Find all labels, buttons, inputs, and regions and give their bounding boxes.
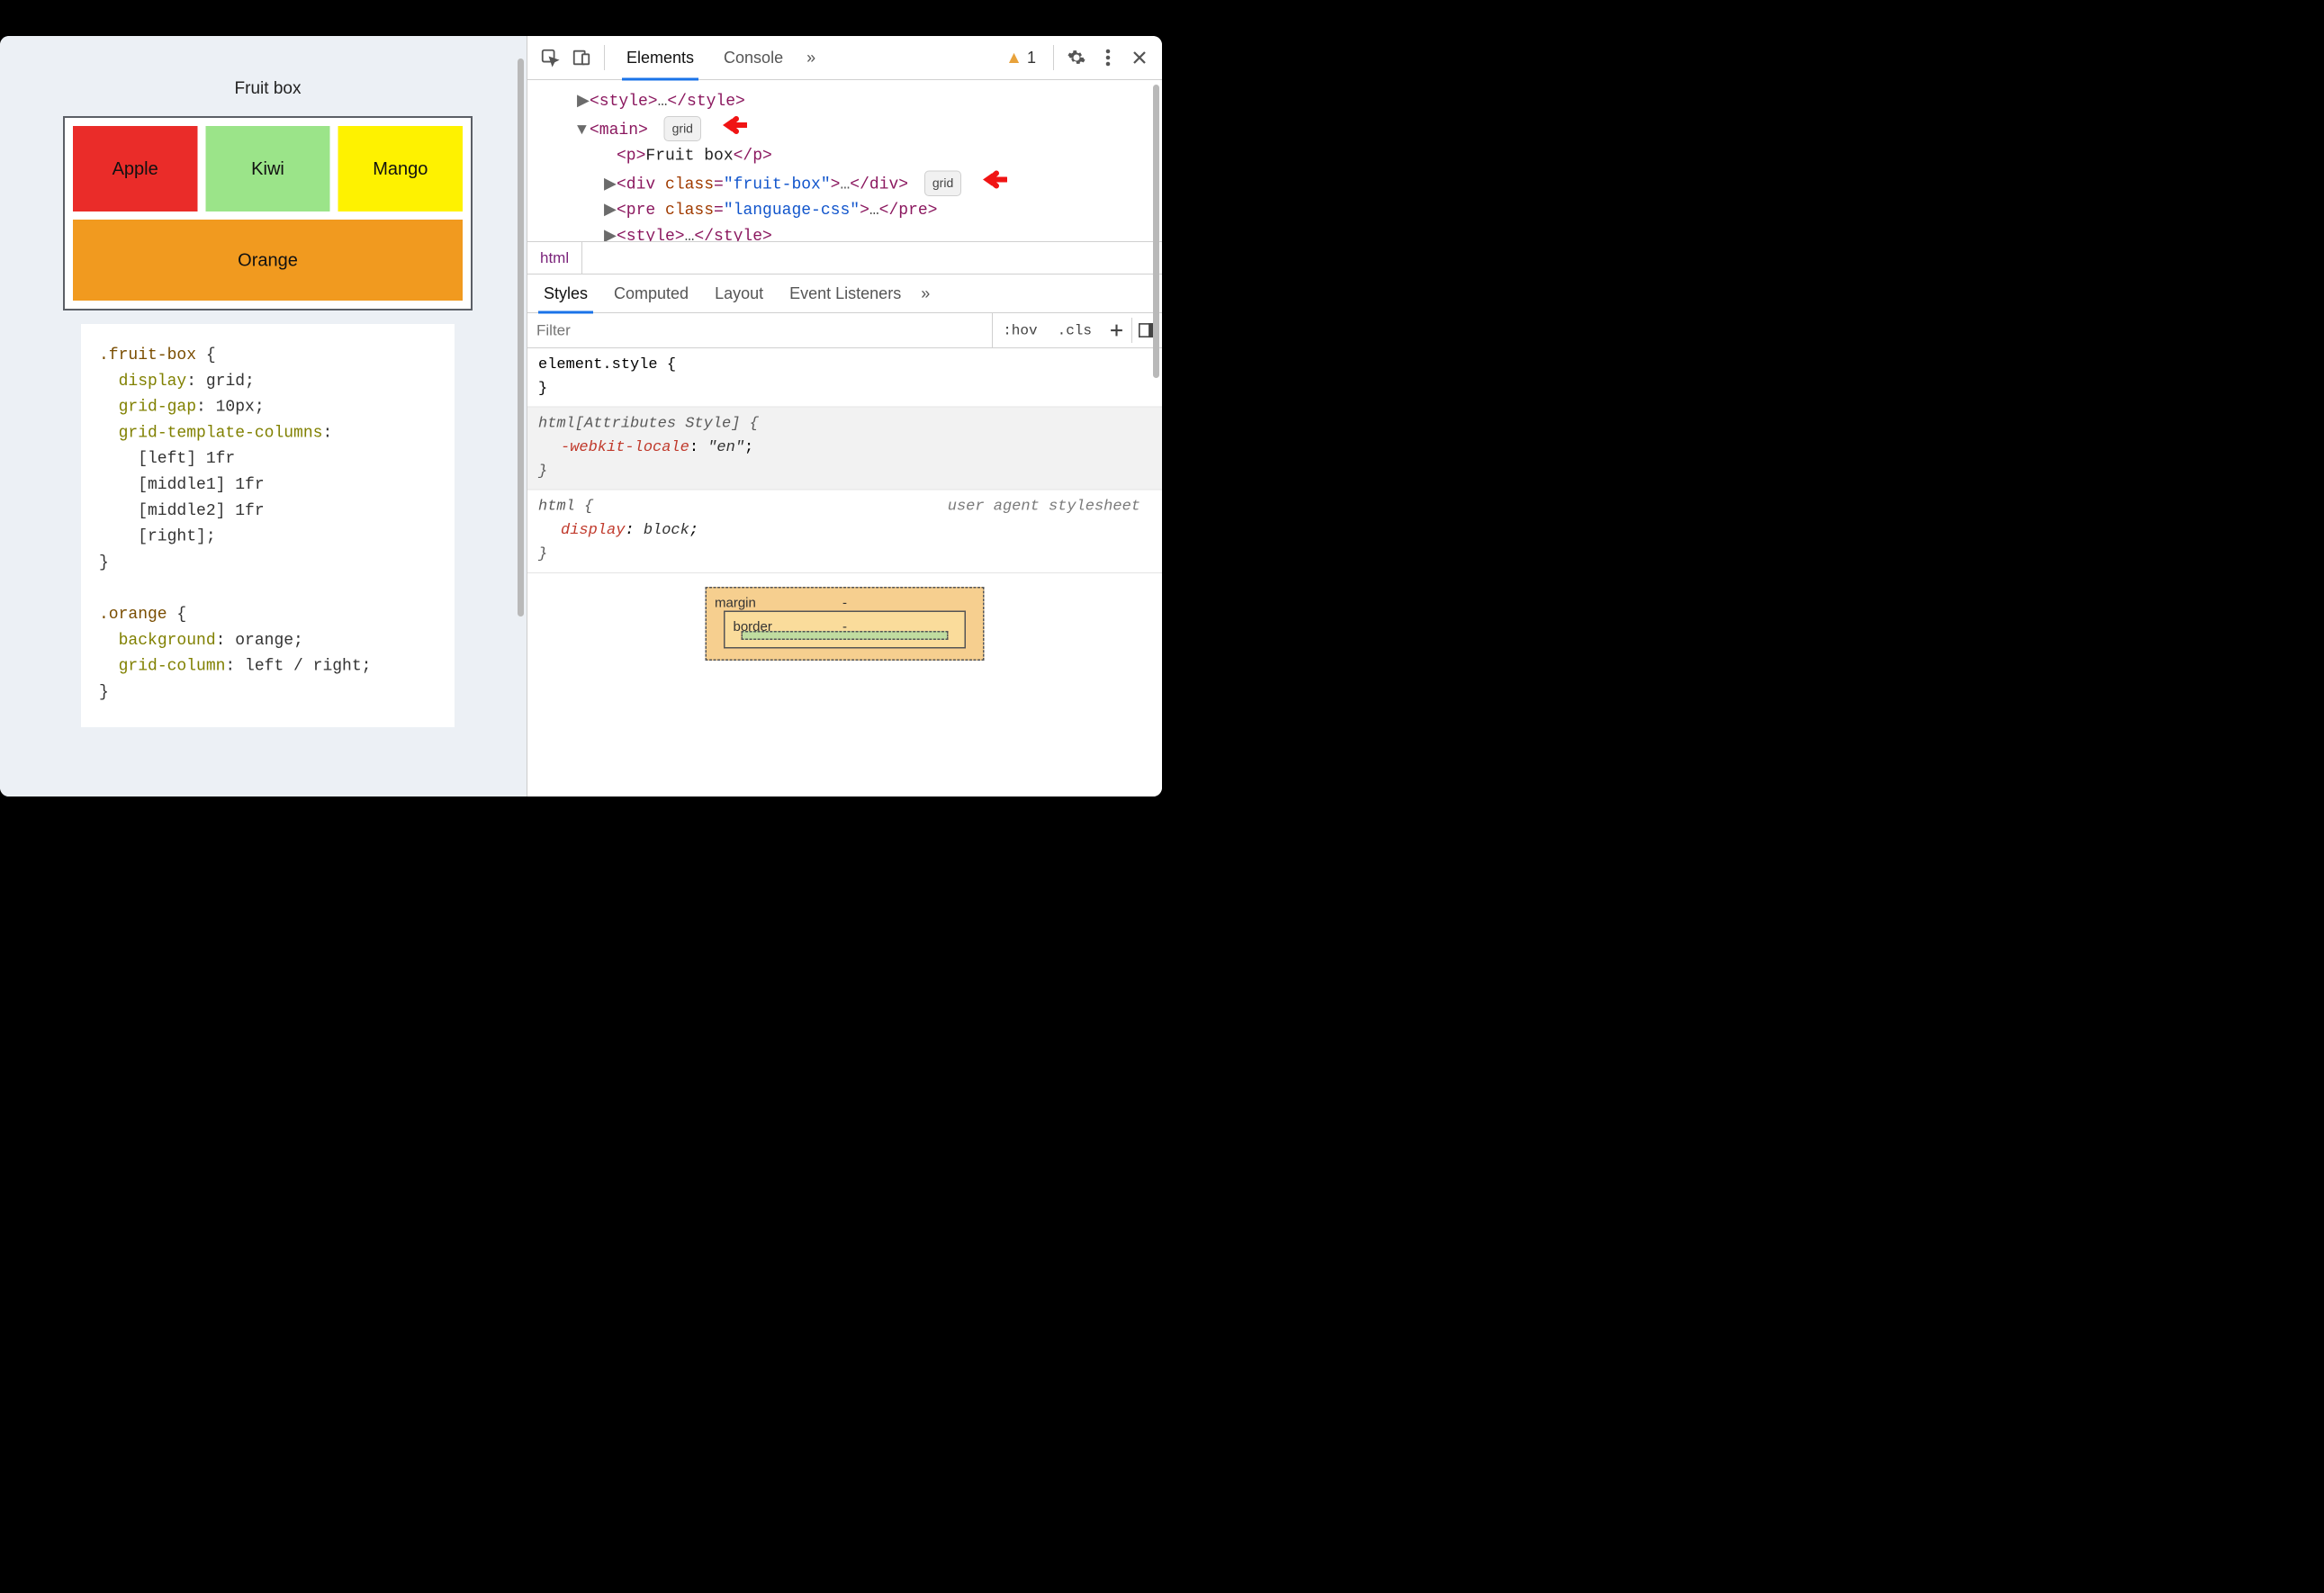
styles-filter-input[interactable] — [527, 313, 992, 347]
tab-console[interactable]: Console — [711, 36, 796, 80]
new-style-rule-icon[interactable] — [1102, 313, 1131, 347]
devtools-pane: Elements Console » ▲ 1 ▶<style>…</style> — [527, 36, 1162, 796]
fruit-orange: Orange — [73, 220, 463, 301]
grid-badge[interactable]: grid — [924, 170, 961, 195]
tab-elements[interactable]: Elements — [614, 36, 707, 80]
device-toggle-icon[interactable] — [568, 44, 595, 71]
box-model-diagram[interactable]: margin - border - — [527, 573, 1162, 661]
css-code-block: .fruit-box { display: grid; grid-gap: 10… — [81, 324, 455, 727]
cls-toggle[interactable]: .cls — [1048, 313, 1102, 347]
arrow-icon — [718, 114, 747, 136]
preview-title: Fruit box — [63, 79, 473, 99]
subtab-event-listeners[interactable]: Event Listeners — [778, 274, 913, 313]
boxmodel-border-label: border — [734, 616, 772, 637]
warning-badge[interactable]: ▲ 1 — [997, 48, 1044, 68]
devtools-toolbar: Elements Console » ▲ 1 — [527, 36, 1162, 80]
subtab-more[interactable]: » — [915, 274, 935, 313]
close-icon[interactable] — [1126, 44, 1153, 71]
fruit-kiwi: Kiwi — [205, 126, 329, 212]
kebab-menu-icon[interactable] — [1094, 44, 1121, 71]
tab-more[interactable]: » — [800, 36, 822, 80]
styles-subtabs: Styles Computed Layout Event Listeners » — [527, 274, 1162, 313]
warning-count: 1 — [1027, 49, 1036, 68]
preview-scrollbar[interactable] — [518, 58, 524, 774]
dom-node-pre[interactable]: ▶<pre class="language-css">…</pre> — [550, 197, 1153, 223]
dom-node-p[interactable]: <p>Fruit box</p> — [550, 143, 1153, 169]
devtools-scrollbar[interactable] — [1153, 86, 1159, 378]
inspect-icon[interactable] — [536, 44, 563, 71]
dom-tree[interactable]: ▶<style>…</style> ▼<main> grid <p>Fruit … — [527, 80, 1162, 242]
gear-icon[interactable] — [1063, 44, 1090, 71]
styles-filter-bar: :hov .cls — [527, 313, 1162, 348]
fruit-mango: Mango — [338, 126, 463, 212]
preview-pane: Fruit box Apple Kiwi Mango Orange .fruit… — [0, 36, 527, 796]
app-window: Fruit box Apple Kiwi Mango Orange .fruit… — [0, 36, 1162, 796]
subtab-computed[interactable]: Computed — [602, 274, 700, 313]
breadcrumb-html[interactable]: html — [527, 242, 582, 274]
rule-element-style[interactable]: element.style { } — [527, 348, 1162, 408]
dom-node-main[interactable]: ▼<main> grid — [550, 114, 1153, 143]
ua-stylesheet-note: user agent stylesheet — [948, 495, 1140, 518]
dom-node-style[interactable]: ▶<style>…</style> — [550, 88, 1153, 114]
rule-html-attributes[interactable]: html[Attributes Style] { -webkit-locale:… — [527, 408, 1162, 490]
arrow-icon — [978, 168, 1007, 190]
subtab-layout[interactable]: Layout — [703, 274, 775, 313]
grid-badge[interactable]: grid — [664, 116, 701, 141]
rule-html-ua[interactable]: html { user agent stylesheet display: bl… — [527, 490, 1162, 573]
dom-node-style2[interactable]: ▶<style>…</style> — [550, 223, 1153, 242]
fruit-box-grid: Apple Kiwi Mango Orange — [63, 116, 473, 310]
hov-toggle[interactable]: :hov — [993, 313, 1047, 347]
styles-rules-pane[interactable]: element.style { } html[Attributes Style]… — [527, 348, 1162, 796]
warning-icon: ▲ — [1005, 48, 1022, 68]
dom-node-div-fruitbox[interactable]: ▶<div class="fruit-box">…</div> grid — [550, 168, 1153, 197]
fruit-apple: Apple — [73, 126, 197, 212]
subtab-styles[interactable]: Styles — [532, 274, 599, 313]
breadcrumb-bar: html — [527, 242, 1162, 274]
